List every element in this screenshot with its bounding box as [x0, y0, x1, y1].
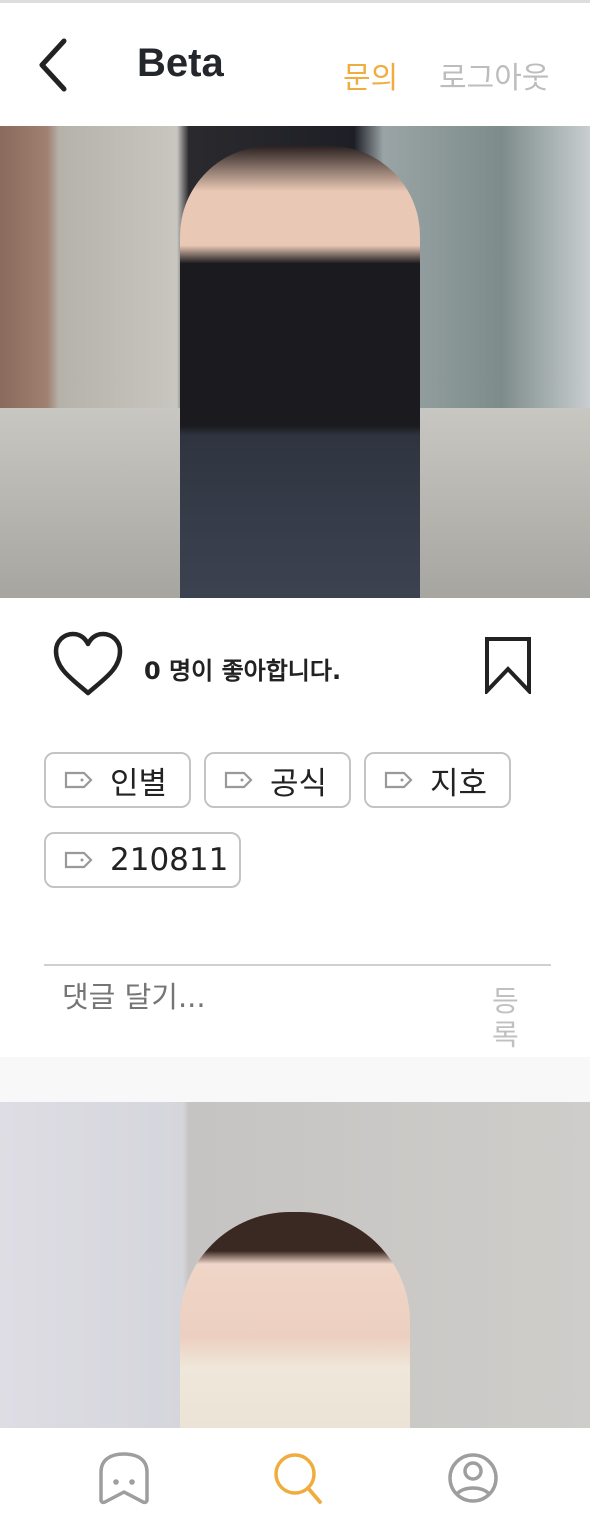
post-image [0, 126, 590, 598]
tag-label: 인별 [110, 765, 168, 802]
search-icon[interactable] [270, 1450, 326, 1506]
tag-chip[interactable]: 공식 [204, 752, 351, 808]
heart-icon[interactable] [52, 631, 124, 697]
ghost-icon[interactable] [96, 1450, 152, 1506]
tag-icon [64, 771, 93, 789]
bottom-nav [0, 1428, 590, 1526]
tag-icon [64, 851, 93, 869]
post-separator [0, 1057, 590, 1102]
divider [44, 964, 551, 966]
like-row: 0 명이 좋아합니다. [0, 598, 590, 738]
profile-icon[interactable] [445, 1450, 501, 1506]
submit-comment-button[interactable]: 등록 [492, 984, 526, 1052]
tag-icon [384, 771, 413, 789]
likes-count: 0 명이 좋아합니다. [144, 657, 342, 685]
bookmark-icon[interactable] [484, 636, 532, 694]
back-arrow-icon[interactable] [34, 35, 70, 95]
tag-label: 210811 [110, 842, 229, 878]
tag-icon [224, 771, 253, 789]
tag-label: 지호 [430, 765, 488, 802]
inquiry-link[interactable]: 문의 [343, 53, 398, 97]
logout-link[interactable]: 로그아웃 [439, 53, 549, 97]
page-title: Beta [137, 41, 224, 85]
comment-input[interactable] [62, 980, 462, 1014]
tag-chip[interactable]: 인별 [44, 752, 191, 808]
post-image [0, 1102, 590, 1428]
tag-chip[interactable]: 210811 [44, 832, 241, 888]
tag-chip[interactable]: 지호 [364, 752, 511, 808]
tag-label: 공식 [270, 765, 328, 802]
header: Beta 문의 로그아웃 [0, 3, 590, 126]
